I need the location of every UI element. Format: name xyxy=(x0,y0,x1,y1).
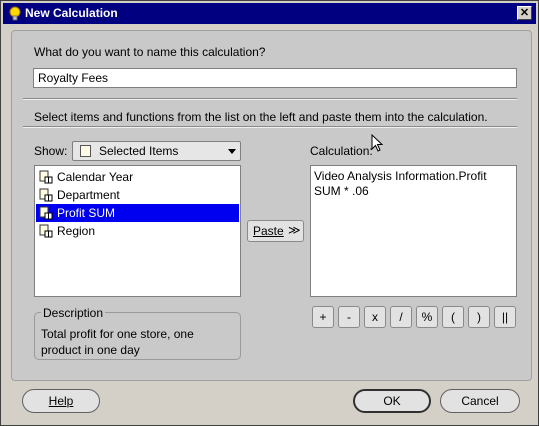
ok-button-label: OK xyxy=(383,394,401,408)
instruction-text: Select items and functions from the list… xyxy=(34,110,488,124)
operator-label: || xyxy=(501,310,509,324)
operator-percent-button[interactable]: % xyxy=(416,306,438,328)
operator-label: - xyxy=(347,310,351,324)
folder-icon xyxy=(80,145,91,157)
calculation-label: Calculation: xyxy=(310,144,373,158)
operator-plus-button[interactable]: + xyxy=(312,306,334,328)
help-button-label: Help xyxy=(48,394,74,408)
paste-button[interactable]: Paste ≫ xyxy=(247,220,304,242)
item-icon xyxy=(39,224,53,238)
operator-label: x xyxy=(372,310,378,324)
show-dropdown[interactable]: Selected Items xyxy=(72,141,241,161)
description-legend: Description xyxy=(41,306,106,320)
double-chevron-right-icon: ≫ xyxy=(288,223,301,237)
close-icon: ✕ xyxy=(519,6,530,19)
help-button[interactable]: Help xyxy=(22,389,100,413)
item-icon xyxy=(39,206,53,220)
list-item-label: Region xyxy=(57,224,96,238)
list-item-label: Department xyxy=(57,188,120,202)
chevron-down-icon xyxy=(228,149,236,154)
operator-label: % xyxy=(421,310,433,324)
operator-multiply-button[interactable]: x xyxy=(364,306,386,328)
dialog-title: New Calculation xyxy=(25,6,118,20)
item-icon xyxy=(39,188,53,202)
list-item-label: Calendar Year xyxy=(57,170,134,184)
operator-concat-button[interactable]: || xyxy=(494,306,516,328)
operator-label: ) xyxy=(477,310,481,324)
operator-close-paren-button[interactable]: ) xyxy=(468,306,490,328)
list-item-profit-sum[interactable]: Profit SUM xyxy=(36,204,239,222)
operator-open-paren-button[interactable]: ( xyxy=(442,306,464,328)
name-prompt: What do you want to name this calculatio… xyxy=(34,45,266,59)
divider xyxy=(23,98,517,100)
operator-divide-button[interactable]: / xyxy=(390,306,412,328)
divider xyxy=(23,126,517,128)
operator-label: / xyxy=(399,310,403,324)
close-button[interactable]: ✕ xyxy=(517,6,532,20)
operator-minus-button[interactable]: - xyxy=(338,306,360,328)
list-item-department[interactable]: Department xyxy=(36,186,239,204)
paste-button-label: Paste xyxy=(253,224,284,238)
operator-label: ( xyxy=(451,310,455,324)
calculation-editor[interactable]: Video Analysis Information.Profit SUM * … xyxy=(310,165,517,297)
lightbulb-icon xyxy=(9,6,21,21)
cancel-button-label: Cancel xyxy=(461,394,499,408)
cancel-button[interactable]: Cancel xyxy=(440,389,520,413)
show-dropdown-value: Selected Items xyxy=(99,144,179,158)
items-list[interactable]: Calendar Year Department Profit SUM Regi… xyxy=(34,165,241,297)
description-text: Total profit for one store, one product … xyxy=(41,327,194,357)
list-item-calendar-year[interactable]: Calendar Year xyxy=(36,168,239,186)
ok-button[interactable]: OK xyxy=(353,389,431,413)
mouse-pointer-icon xyxy=(371,134,384,152)
calculation-name-input[interactable]: Royalty Fees xyxy=(33,68,517,88)
item-icon xyxy=(39,170,53,184)
show-label: Show: xyxy=(34,144,68,158)
list-item-region[interactable]: Region xyxy=(36,222,239,240)
operator-label: + xyxy=(319,310,327,324)
title-bar[interactable]: New Calculation ✕ xyxy=(3,3,536,24)
list-item-label: Profit SUM xyxy=(57,206,116,220)
new-calculation-dialog: New Calculation ✕ What do you want to na… xyxy=(0,0,539,426)
